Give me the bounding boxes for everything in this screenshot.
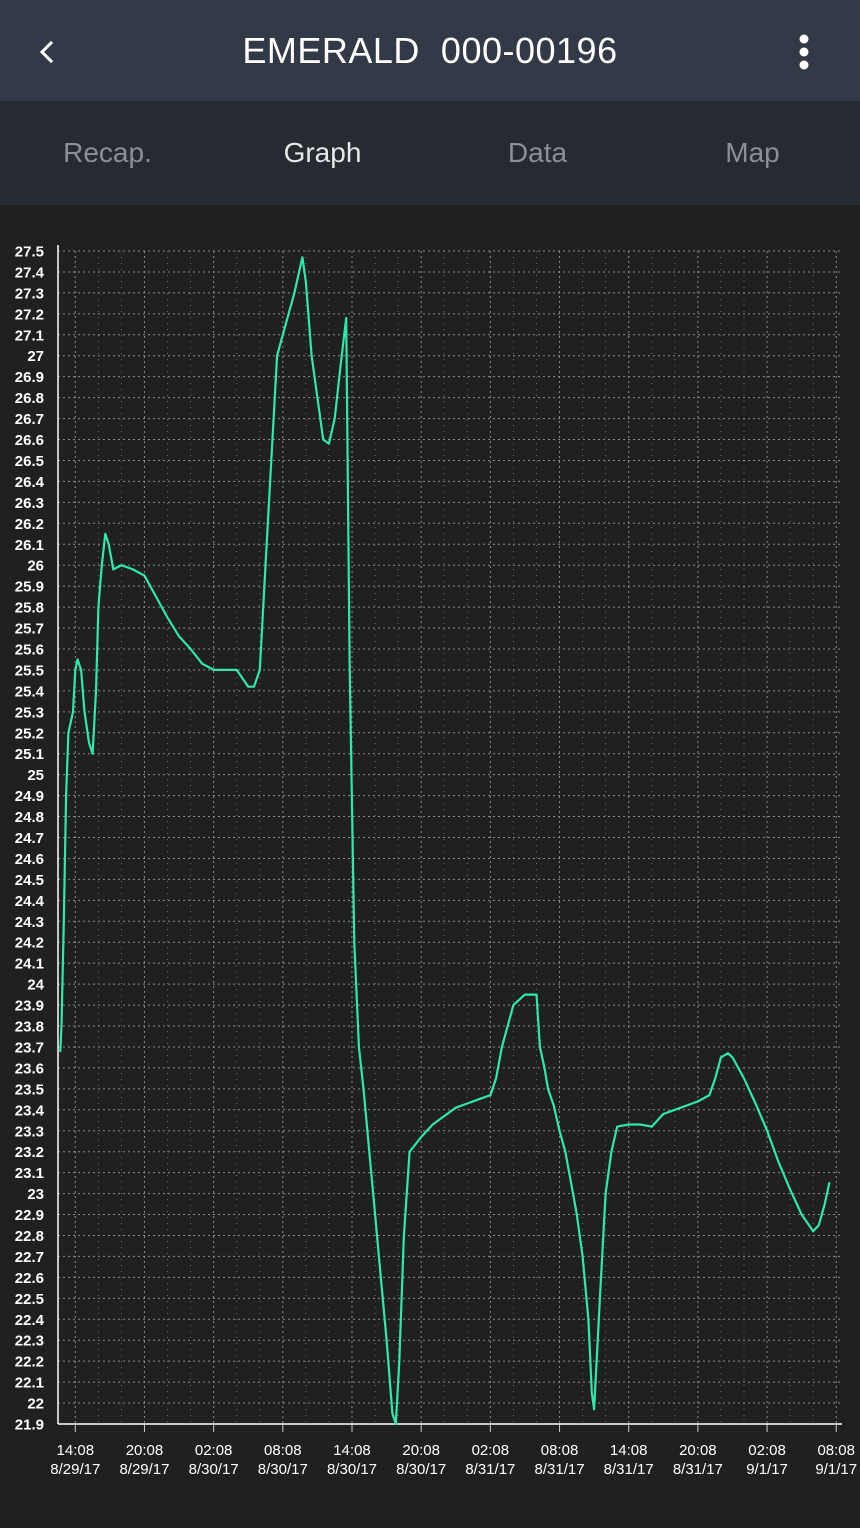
y-tick-label: 21.9 [15, 1417, 44, 1434]
y-tick-label: 23.9 [15, 998, 44, 1015]
y-tick-label: 25.8 [15, 600, 44, 617]
y-tick-label: 27 [27, 348, 44, 365]
y-tick-label: 23.6 [15, 1060, 44, 1077]
page-title: EMERALD 000-00196 [242, 30, 618, 71]
y-tick-label: 23.3 [15, 1123, 44, 1140]
x-tick-date-label: 8/30/17 [189, 1461, 239, 1478]
x-tick-time-label: 14:08 [610, 1442, 648, 1459]
y-tick-label: 27.2 [15, 306, 44, 323]
y-tick-label: 25.2 [15, 725, 44, 742]
y-tick-label: 26.8 [15, 390, 44, 407]
y-tick-label: 24.9 [15, 788, 44, 805]
x-tick-time-label: 08:08 [817, 1442, 855, 1459]
y-tick-label: 23.7 [15, 1039, 44, 1056]
y-tick-label: 24 [27, 977, 44, 994]
x-tick-date-label: 9/1/17 [746, 1461, 788, 1478]
y-tick-label: 25.5 [15, 662, 44, 679]
y-tick-label: 24.5 [15, 872, 44, 889]
x-tick-date-label: 8/30/17 [258, 1461, 308, 1478]
y-tick-label: 25.1 [15, 746, 44, 763]
y-tick-label: 26.4 [15, 474, 45, 491]
y-tick-label: 26.1 [15, 537, 44, 554]
y-tick-label: 22.9 [15, 1207, 44, 1224]
y-tick-label: 24.6 [15, 851, 44, 868]
x-tick-date-label: 8/31/17 [673, 1461, 723, 1478]
tab-recap[interactable]: Recap. [0, 101, 215, 205]
y-tick-label: 22 [27, 1396, 44, 1413]
y-tick-label: 24.8 [15, 809, 44, 826]
y-tick-label: 26.2 [15, 516, 44, 533]
x-tick-time-label: 08:08 [264, 1442, 302, 1459]
y-tick-label: 22.7 [15, 1249, 44, 1266]
y-tick-label: 24.4 [15, 893, 45, 910]
y-tick-label: 22.2 [15, 1354, 44, 1371]
tab-data[interactable]: Data [430, 101, 645, 205]
y-tick-label: 23.1 [15, 1165, 44, 1182]
y-tick-label: 26.6 [15, 432, 44, 449]
x-tick-time-label: 14:08 [57, 1442, 95, 1459]
y-tick-label: 26.7 [15, 411, 44, 428]
x-tick-time-label: 20:08 [126, 1442, 164, 1459]
x-tick-date-label: 8/31/17 [604, 1461, 654, 1478]
more-vertical-icon [799, 34, 809, 70]
y-tick-label: 24.3 [15, 914, 44, 931]
y-tick-label: 27.1 [15, 327, 44, 344]
x-tick-time-label: 14:08 [333, 1442, 371, 1459]
y-tick-label: 26.5 [15, 453, 44, 470]
more-options-button[interactable] [778, 26, 830, 78]
y-tick-label: 22.8 [15, 1228, 44, 1245]
x-tick-date-label: 8/29/17 [119, 1461, 169, 1478]
app-bar: EMERALD 000-00196 [0, 0, 860, 101]
y-tick-label: 22.4 [15, 1312, 45, 1329]
graph-panel[interactable]: 27.5 27.4 27.3 27.2 27.1 27 26.9 26.8 26.7 26.6 26… [0, 205, 860, 1528]
x-tick-time-label: 02:08 [748, 1442, 786, 1459]
y-tick-label: 26 [27, 558, 44, 575]
y-tick-label: 25.9 [15, 579, 44, 596]
x-tick-time-label: 20:08 [679, 1442, 717, 1459]
y-tick-label: 25.7 [15, 621, 44, 638]
y-tick-label: 22.5 [15, 1291, 44, 1308]
y-tick-label: 22.6 [15, 1270, 44, 1287]
y-tick-label: 23 [27, 1186, 44, 1203]
y-tick-label: 23.4 [15, 1102, 45, 1119]
y-tick-label: 23.8 [15, 1019, 44, 1036]
y-tick-label: 23.2 [15, 1144, 44, 1161]
tab-graph[interactable]: Graph [215, 101, 430, 205]
x-tick-date-label: 8/30/17 [396, 1461, 446, 1478]
y-tick-label: 25.6 [15, 641, 44, 658]
y-tick-label: 26.3 [15, 495, 44, 512]
x-tick-date-label: 8/31/17 [535, 1461, 585, 1478]
y-tick-label: 22.1 [15, 1375, 44, 1392]
y-tick-label: 27.4 [15, 264, 45, 281]
y-tick-label: 26.9 [15, 369, 44, 386]
tab-map[interactable]: Map [645, 101, 860, 205]
y-tick-label: 27.5 [15, 244, 44, 261]
temperature-chart[interactable]: 27.5 27.4 27.3 27.2 27.1 27 26.9 26.8 26.7 26.6 26… [0, 205, 860, 1528]
x-tick-time-label: 02:08 [472, 1442, 510, 1459]
x-tick-date-label: 9/1/17 [815, 1461, 857, 1478]
x-tick-time-label: 08:08 [541, 1442, 579, 1459]
y-tick-label: 25.4 [15, 683, 45, 700]
x-tick-date-label: 8/29/17 [50, 1461, 100, 1478]
tab-bar: Recap. Graph Data Map [0, 101, 860, 205]
y-tick-label: 25.3 [15, 704, 44, 721]
x-tick-date-label: 8/30/17 [327, 1461, 377, 1478]
y-tick-label: 23.5 [15, 1081, 44, 1098]
temperature-series-line[interactable] [59, 256, 831, 1426]
y-tick-label: 22.3 [15, 1333, 44, 1350]
y-tick-label: 24.2 [15, 935, 44, 952]
x-tick-time-label: 02:08 [195, 1442, 233, 1459]
y-tick-label: 25 [27, 767, 44, 784]
y-tick-label: 24.7 [15, 830, 44, 847]
x-tick-time-label: 20:08 [402, 1442, 440, 1459]
y-tick-label: 27.3 [15, 285, 44, 302]
y-tick-label: 24.1 [15, 956, 44, 973]
x-tick-date-label: 8/31/17 [465, 1461, 515, 1478]
